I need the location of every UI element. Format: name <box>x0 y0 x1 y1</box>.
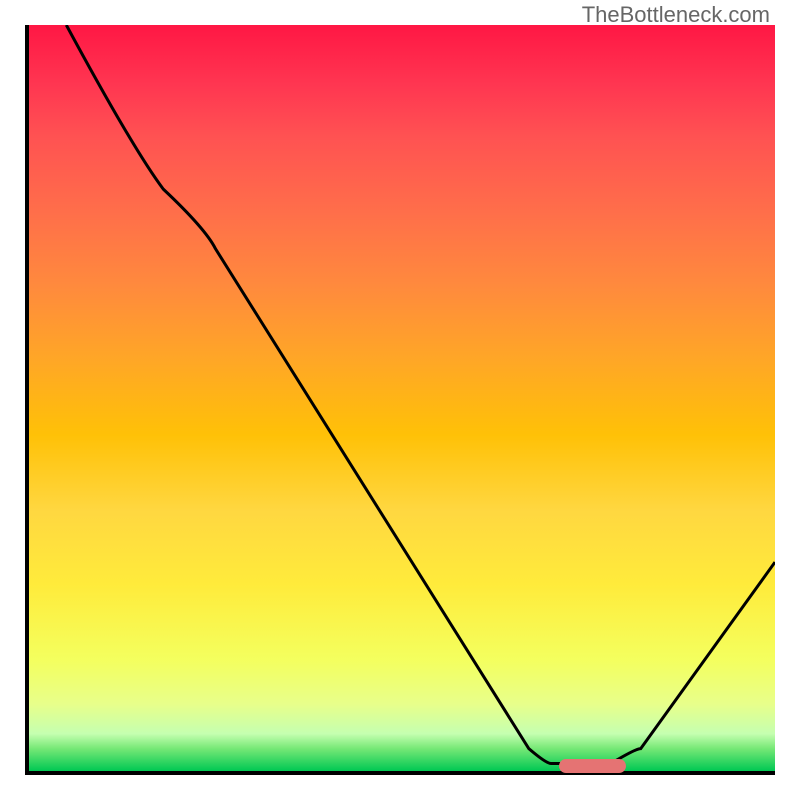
chart-curve <box>29 25 775 771</box>
optimal-marker <box>559 759 626 773</box>
chart-area <box>25 25 775 775</box>
